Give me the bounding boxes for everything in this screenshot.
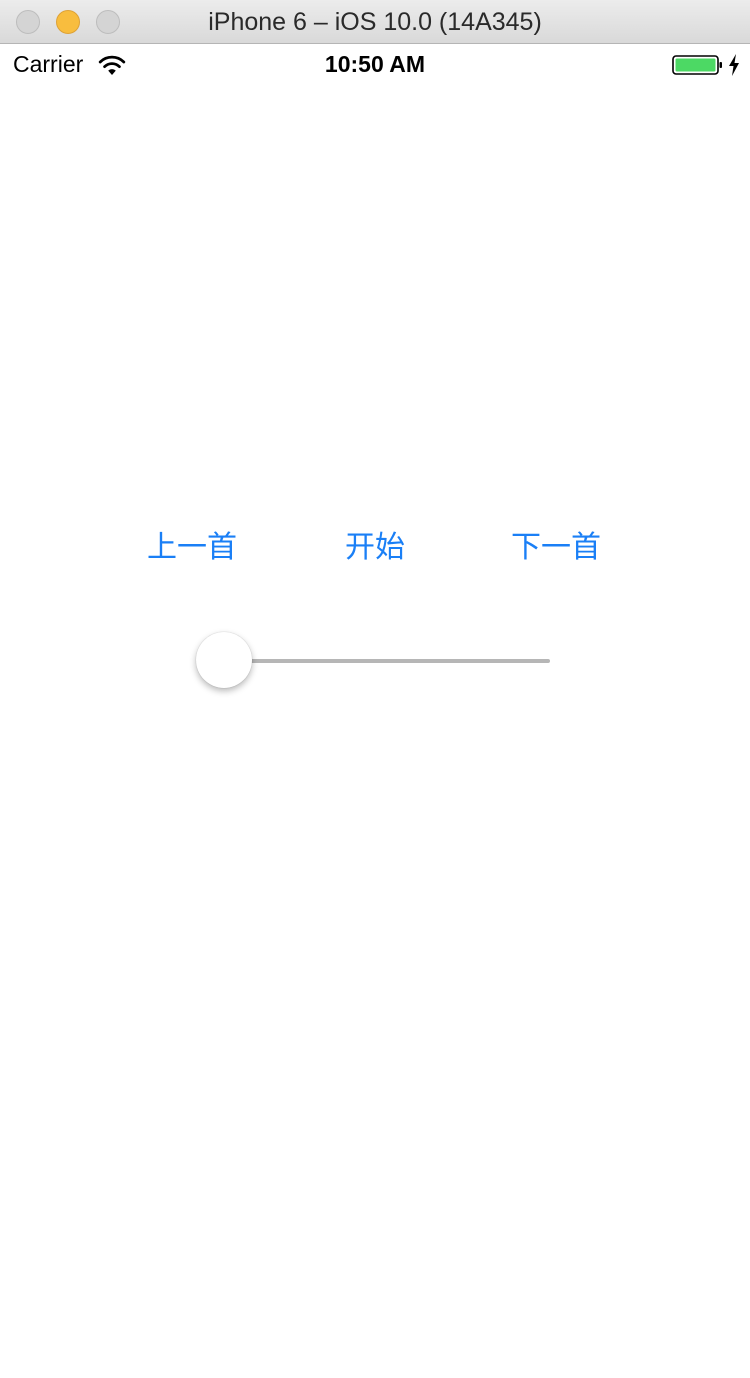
simulator-window: iPhone 6 – iOS 10.0 (14A345) Carrier 10:… [0, 0, 750, 1378]
start-button[interactable]: 开始 [344, 528, 406, 568]
slider-thumb[interactable] [196, 632, 252, 688]
window-title: iPhone 6 – iOS 10.0 (14A345) [208, 8, 542, 36]
status-time: 10:50 AM [324, 51, 426, 77]
next-track-button[interactable]: 下一首 [510, 528, 602, 568]
charging-icon [729, 54, 739, 76]
window-titlebar: iPhone 6 – iOS 10.0 (14A345) [0, 0, 750, 44]
battery-icon [672, 55, 722, 75]
previous-track-button[interactable]: 上一首 [146, 528, 238, 568]
progress-slider[interactable] [196, 630, 550, 690]
status-bar: Carrier 10:50 AM [0, 44, 750, 86]
